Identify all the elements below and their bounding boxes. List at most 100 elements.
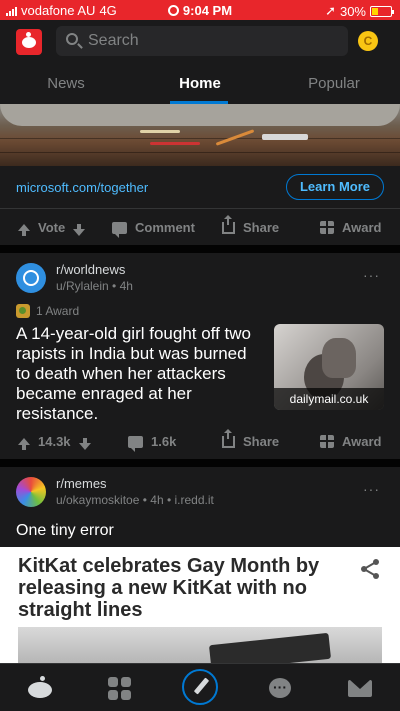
comment-label: Comment <box>135 220 195 235</box>
paper-shape <box>140 130 180 133</box>
communities-icon[interactable] <box>106 674 134 702</box>
chat-bubble <box>269 678 291 698</box>
subreddit-name[interactable]: r/memes <box>56 476 107 491</box>
home-icon-antenna <box>40 676 45 681</box>
pencil-icon <box>193 677 210 695</box>
grid-cell <box>108 690 118 700</box>
share-label: Share <box>243 434 280 449</box>
comment-button[interactable]: 1.6k <box>128 434 177 452</box>
share-label: Share <box>243 220 280 235</box>
promoted-action-bar: Vote Comment Share Award <box>0 209 400 245</box>
vote-count: 14.3k <box>38 434 71 449</box>
share-nodes-icon <box>361 559 379 579</box>
comment-count: 1.6k <box>151 434 177 449</box>
post-meta: u/Rylalein • 4h <box>56 279 133 293</box>
post-card[interactable]: r/worldnews u/Rylalein • 4h ··· 1 Award … <box>0 253 400 459</box>
home-icon-body <box>28 682 52 698</box>
battery-icon <box>370 5 394 17</box>
award-button[interactable]: Award <box>320 220 382 235</box>
post-card[interactable]: r/memes u/okaymoskitoe • 4h • i.redd.it … <box>0 467 400 663</box>
meta-separator: • <box>166 493 175 507</box>
search-placeholder: Search <box>88 32 139 49</box>
subreddit-avatar[interactable] <box>16 477 46 507</box>
post-age: 4h <box>150 493 164 507</box>
post-author[interactable]: u/okaymoskitoe <box>56 493 139 507</box>
home-icon[interactable] <box>26 674 54 702</box>
comment-icon <box>112 221 127 238</box>
promoted-link-row: microsoft.com/together Learn More <box>0 166 400 208</box>
inbox-icon[interactable] <box>346 674 374 702</box>
more-options-icon[interactable]: ··· <box>363 267 380 283</box>
subreddit-name[interactable]: r/worldnews <box>56 262 125 277</box>
post-title[interactable]: One tiny error <box>16 522 114 540</box>
tab-home[interactable]: Home <box>150 75 250 92</box>
share-button[interactable]: Share <box>222 214 280 235</box>
share-icon <box>222 214 235 234</box>
downvote-icon[interactable] <box>73 224 86 236</box>
award-count: 1 Award <box>36 304 80 318</box>
location-arrow-icon: ➚ <box>325 3 336 18</box>
post-title[interactable]: A 14-year-old girl fought off two rapist… <box>16 324 260 424</box>
grid-cell <box>121 677 131 687</box>
award-label: Award <box>342 220 382 235</box>
chat-icon[interactable] <box>266 674 294 702</box>
post-image[interactable]: KitKat celebrates Gay Month by releasing… <box>0 547 400 663</box>
status-bar: vodafone AU 4G 9:04 PM ➚ 30% <box>0 0 400 20</box>
award-badge-icon <box>16 304 30 318</box>
award-row: 1 Award <box>16 304 79 318</box>
award-icon <box>320 435 334 448</box>
clock: 9:04 PM <box>182 3 233 18</box>
post-age: 4h <box>119 279 133 293</box>
planet-icon <box>23 270 39 286</box>
more-options-icon[interactable]: ··· <box>363 481 380 497</box>
upvote-icon[interactable] <box>18 438 30 450</box>
card-separator <box>0 459 400 467</box>
pencil-shape <box>150 142 200 145</box>
post-thumbnail[interactable]: dailymail.co.uk <box>274 324 384 410</box>
promoted-link[interactable]: microsoft.com/together <box>16 180 148 195</box>
search-icon <box>66 33 78 45</box>
coins-icon[interactable]: C <box>358 31 378 51</box>
battery-percent: 30% <box>339 3 366 19</box>
app-header: Search C <box>0 20 400 64</box>
search-input[interactable]: Search <box>56 26 348 56</box>
vote-control[interactable]: Vote <box>18 220 86 236</box>
envelope-shape <box>348 680 372 697</box>
share-icon <box>222 428 235 448</box>
meta-separator: • <box>112 279 120 293</box>
image-headline: KitKat celebrates Gay Month by releasing… <box>18 555 320 621</box>
grid-cell <box>108 677 118 687</box>
feed-tabs: News Home Popular <box>0 64 400 104</box>
phone-shape <box>262 134 308 140</box>
grid-cell <box>121 690 131 700</box>
thumbnail-hand <box>322 338 356 378</box>
tab-popular[interactable]: Popular <box>284 75 384 92</box>
reddit-avatar-icon[interactable] <box>16 29 42 55</box>
post-meta: u/okaymoskitoe • 4h • i.redd.it <box>56 493 214 507</box>
post-action-bar: 14.3k 1.6k Share Award <box>0 423 400 459</box>
card-separator <box>0 245 400 253</box>
award-button[interactable]: Award <box>320 434 382 449</box>
location-dot-icon <box>167 5 179 16</box>
share-button[interactable]: Share <box>222 428 280 449</box>
comment-button[interactable]: Comment <box>112 220 195 238</box>
table-plank <box>0 138 400 139</box>
learn-more-button[interactable]: Learn More <box>286 174 384 200</box>
award-icon <box>320 221 334 234</box>
vote-control[interactable]: 14.3k <box>18 434 91 450</box>
downvote-icon[interactable] <box>78 438 91 450</box>
promoted-image[interactable] <box>0 104 400 166</box>
bottom-navigation <box>0 663 400 711</box>
comment-icon <box>128 435 143 452</box>
post-author[interactable]: u/Rylalein <box>56 279 109 293</box>
tab-news[interactable]: News <box>16 75 116 92</box>
thumbnail-domain: dailymail.co.uk <box>274 388 384 410</box>
upvote-icon[interactable] <box>18 224 30 236</box>
award-label: Award <box>342 434 382 449</box>
table-plank <box>0 152 400 153</box>
post-domain[interactable]: i.redd.it <box>175 493 214 507</box>
create-post-icon[interactable] <box>182 669 218 705</box>
sofa-shape <box>0 104 400 126</box>
subreddit-avatar[interactable] <box>16 263 46 293</box>
vote-label: Vote <box>38 220 66 235</box>
